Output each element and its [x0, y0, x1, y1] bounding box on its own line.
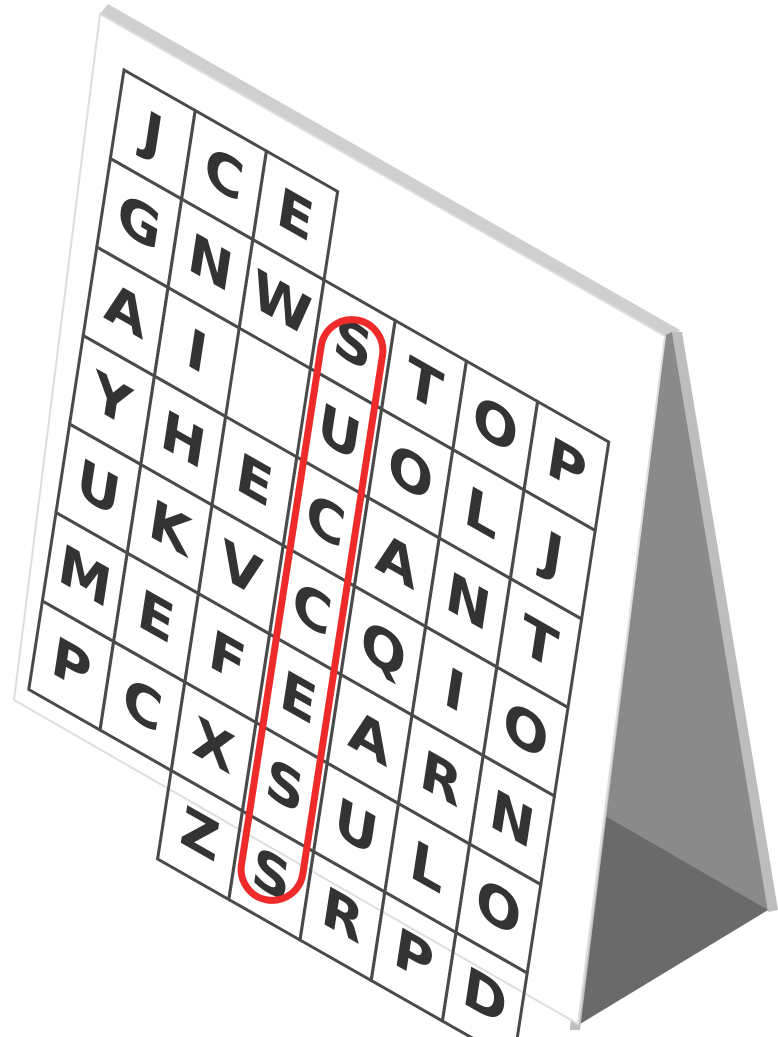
- word-search-scene: J C EG N W S T O PA IU O LJY H E C A N TU K V C Q I OM EFE A R NP C X…: [12, 4, 778, 1037]
